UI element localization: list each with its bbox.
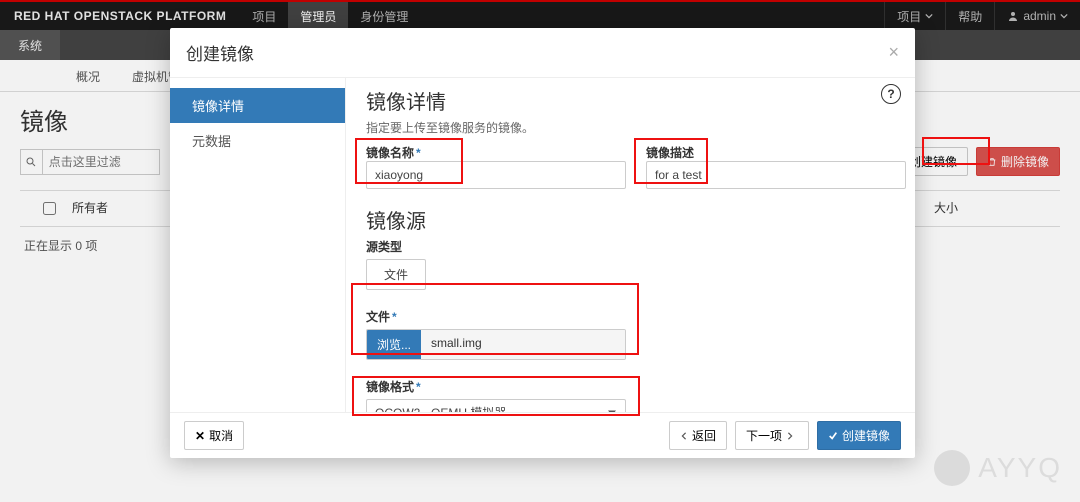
chevron-right-icon <box>786 431 794 441</box>
next-button[interactable]: 下一项 <box>735 421 809 450</box>
file-name: small.img <box>421 330 625 359</box>
wizard-steps: 镜像详情 元数据 <box>170 78 346 412</box>
group-source-type: 源类型 文件 <box>366 238 895 290</box>
step-image-details[interactable]: 镜像详情 <box>170 88 345 123</box>
modal-body: 镜像详情 元数据 ? 镜像详情 指定要上传至镜像服务的镜像。 镜像名称* 镜像描… <box>170 78 915 412</box>
wizard-content: ? 镜像详情 指定要上传至镜像服务的镜像。 镜像名称* 镜像描述 镜像源 源类型… <box>346 78 915 412</box>
modal-footer: ✕取消 返回 下一项 创建镜像 <box>170 412 915 458</box>
group-file: 文件* 浏览... small.img <box>366 308 895 360</box>
group-desc: 镜像描述 <box>646 144 906 189</box>
section-details-desc: 指定要上传至镜像服务的镜像。 <box>366 119 895 136</box>
back-button[interactable]: 返回 <box>669 421 727 450</box>
help-icon[interactable]: ? <box>881 84 901 104</box>
close-icon[interactable]: × <box>888 42 899 63</box>
select-image-format[interactable]: QCOW2 - QEMU 模拟器 <box>366 399 626 412</box>
close-icon: ✕ <box>195 429 205 443</box>
label-image-desc: 镜像描述 <box>646 144 906 161</box>
group-name: 镜像名称* <box>366 144 626 189</box>
section-source-heading: 镜像源 <box>366 205 895 234</box>
label-source-type: 源类型 <box>366 238 895 255</box>
step-metadata[interactable]: 元数据 <box>170 123 345 158</box>
label-file: 文件* <box>366 308 895 325</box>
section-details-heading: 镜像详情 <box>366 86 895 115</box>
label-format: 镜像格式* <box>366 378 895 395</box>
file-picker[interactable]: 浏览... small.img <box>366 329 626 360</box>
row-name-desc: 镜像名称* 镜像描述 <box>366 140 895 189</box>
watermark: AYYQ <box>934 450 1062 486</box>
wechat-icon <box>934 450 970 486</box>
source-type-button[interactable]: 文件 <box>366 259 426 290</box>
create-image-modal: 创建镜像 × 镜像详情 元数据 ? 镜像详情 指定要上传至镜像服务的镜像。 镜像… <box>170 28 915 458</box>
input-image-name[interactable] <box>366 161 626 189</box>
cancel-button[interactable]: ✕取消 <box>184 421 244 450</box>
group-format: 镜像格式* QCOW2 - QEMU 模拟器 <box>366 378 895 412</box>
modal-title: 创建镜像 <box>186 40 254 65</box>
input-image-desc[interactable] <box>646 161 906 189</box>
check-icon <box>828 431 838 441</box>
submit-create-button[interactable]: 创建镜像 <box>817 421 901 450</box>
chevron-left-icon <box>680 431 688 441</box>
label-image-name: 镜像名称* <box>366 144 626 161</box>
watermark-text: AYYQ <box>978 452 1062 484</box>
modal-header: 创建镜像 × <box>170 28 915 78</box>
browse-button[interactable]: 浏览... <box>367 330 421 359</box>
